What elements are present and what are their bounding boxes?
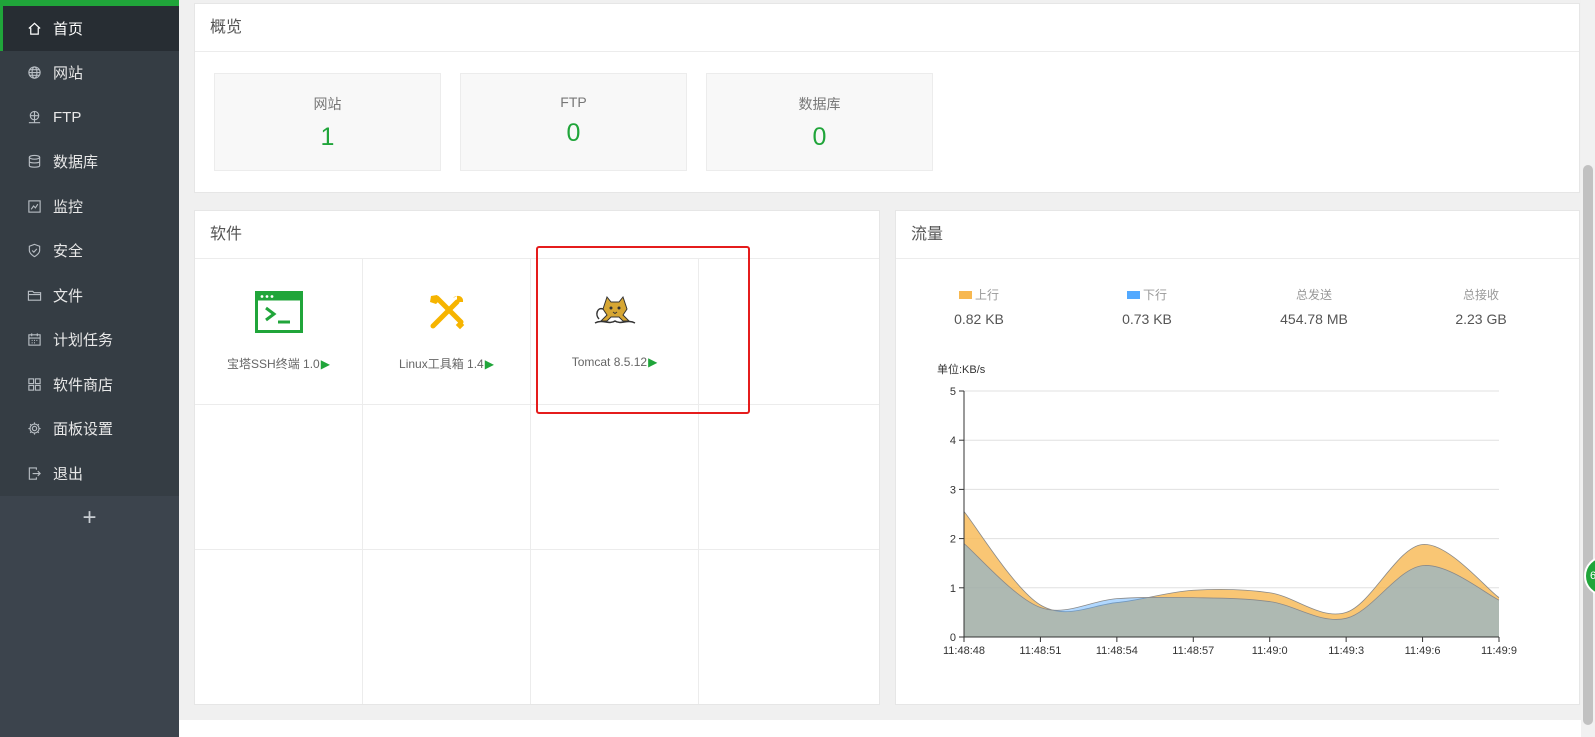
selection-highlight (536, 246, 750, 414)
stat-total-received: 总接收 2.23 GB (1411, 286, 1551, 327)
x-tick-label: 11:48:57 (1172, 645, 1214, 657)
overview-box-ftp[interactable]: FTP 0 (460, 73, 687, 171)
y-tick-label: 2 (950, 534, 956, 546)
sidebar-menu: 首页 网站 FTP 数据库 监控 安全 文件 计划任务 软件商店 面板设置 退出 (0, 6, 179, 496)
sidebar-item-cron[interactable]: 计划任务 (0, 318, 179, 363)
overview-box-database[interactable]: 数据库 0 (706, 73, 933, 171)
stat-label-text: 上行 (974, 288, 999, 302)
scrollbar-thumb[interactable] (1583, 165, 1593, 725)
stat-label: 总发送 (1295, 288, 1332, 302)
software-name: 宝塔SSH终端 1.0▶ (195, 355, 362, 372)
stat-label-text: 下行 (1142, 288, 1167, 302)
x-tick-label: 11:48:54 (1096, 645, 1138, 657)
stat-total-sent: 总发送 454.78 MB (1244, 286, 1384, 327)
overview-value: 0 (812, 123, 827, 151)
sidebar-item-website[interactable]: 网站 (0, 51, 179, 96)
x-tick-label: 11:49:6 (1405, 645, 1441, 657)
traffic-panel: 流量 上行 0.82 KB 下行 0.73 KB 总发送 454.78 MB 总… (895, 210, 1580, 705)
tools-icon (422, 289, 472, 335)
database-icon (26, 154, 42, 170)
sidebar-item-label: 数据库 (53, 154, 99, 172)
sidebar-item-label: 安全 (53, 243, 84, 261)
stat-download: 下行 0.73 KB (1077, 286, 1217, 327)
y-tick-label: 4 (950, 435, 956, 447)
y-tick-label: 1 (950, 583, 956, 595)
sidebar-item-label: 计划任务 (53, 332, 114, 350)
add-menu-button[interactable]: + (0, 496, 179, 540)
stat-label: 总接收 (1462, 288, 1499, 302)
gear-icon (26, 421, 42, 437)
overview-box-website[interactable]: 网站 1 (214, 73, 441, 171)
overview-label: FTP (560, 94, 587, 110)
overview-label: 数据库 (798, 96, 841, 112)
overview-label: 网站 (313, 96, 342, 112)
sidebar-item-monitor[interactable]: 监控 (0, 184, 179, 229)
sidebar-item-label: 文件 (53, 287, 84, 305)
globe-icon (26, 65, 42, 81)
stat-value: 0.73 KB (1122, 311, 1172, 327)
sidebar-item-label: 面板设置 (53, 421, 114, 439)
panel-title: 流量 (896, 211, 1579, 259)
stat-label: 下行 (1077, 286, 1217, 303)
sidebar-item-files[interactable]: 文件 (0, 273, 179, 318)
software-label: Linux工具箱 1.4 (399, 357, 484, 371)
stat-value: 0.82 KB (954, 311, 1004, 327)
play-icon[interactable]: ▶ (321, 357, 330, 371)
sidebar-item-ftp[interactable]: FTP (0, 95, 179, 140)
stat-value: 2.23 GB (1455, 311, 1507, 327)
x-tick-label: 11:49:9 (1481, 645, 1517, 657)
ftp-icon (26, 109, 42, 125)
y-tick-label: 0 (950, 632, 956, 644)
folder-icon (26, 287, 42, 303)
sidebar-item-settings[interactable]: 面板设置 (0, 407, 179, 452)
sidebar-item-database[interactable]: 数据库 (0, 140, 179, 185)
panel-title: 概览 (195, 4, 1579, 52)
sidebar-item-label: 退出 (53, 465, 84, 483)
legend-swatch-download (1126, 290, 1140, 299)
home-icon (26, 20, 42, 36)
sidebar: 首页 网站 FTP 数据库 监控 安全 文件 计划任务 软件商店 面板设置 退出… (0, 0, 179, 737)
monitor-icon (26, 198, 42, 214)
terminal-icon (254, 289, 304, 335)
sidebar-item-label: 监控 (53, 198, 84, 216)
software-label: 宝塔SSH终端 1.0 (227, 357, 320, 371)
sidebar-item-home[interactable]: 首页 (0, 6, 179, 51)
y-axis-label: 单位:KB/s (937, 362, 986, 376)
traffic-chart: 单位:KB/s 0 1 2 3 4 5 11:48:48 11:48:51 11:48:54 11:… (937, 362, 1517, 657)
stat-label: 上行 (909, 286, 1049, 303)
sidebar-item-store[interactable]: 软件商店 (0, 362, 179, 407)
stat-upload: 上行 0.82 KB (909, 286, 1049, 327)
sidebar-item-label: 软件商店 (53, 376, 114, 394)
sidebar-item-label: 网站 (53, 65, 84, 83)
x-tick-label: 11:48:48 (943, 645, 985, 657)
sidebar-item-logout[interactable]: 退出 (0, 451, 179, 496)
x-tick-label: 11:49:0 (1252, 645, 1288, 657)
legend-swatch-upload (958, 290, 972, 299)
software-item-toolbox[interactable]: Linux工具箱 1.4▶ (363, 259, 530, 405)
footer (179, 720, 1595, 737)
grid-divider (195, 549, 879, 550)
play-icon[interactable]: ▶ (485, 357, 494, 371)
y-tick-label: 3 (950, 484, 956, 496)
shield-icon (26, 243, 42, 259)
sidebar-item-label: 首页 (53, 20, 84, 38)
sidebar-item-label: FTP (53, 108, 82, 126)
x-tick-label: 11:49:3 (1328, 645, 1364, 657)
overview-panel: 概览 网站 1 FTP 0 数据库 0 (194, 3, 1580, 193)
overview-value: 1 (320, 123, 335, 151)
logout-icon (26, 465, 42, 481)
sidebar-item-security[interactable]: 安全 (0, 229, 179, 274)
calendar-icon (26, 332, 42, 348)
apps-icon (26, 376, 42, 392)
x-tick-label: 11:48:51 (1019, 645, 1061, 657)
software-item-ssh[interactable]: 宝塔SSH终端 1.0▶ (195, 259, 362, 405)
scrollbar[interactable] (1581, 0, 1595, 737)
overview-value: 0 (566, 119, 581, 147)
software-name: Linux工具箱 1.4▶ (363, 355, 530, 372)
stat-value: 454.78 MB (1280, 311, 1348, 327)
y-tick-label: 5 (950, 386, 956, 398)
